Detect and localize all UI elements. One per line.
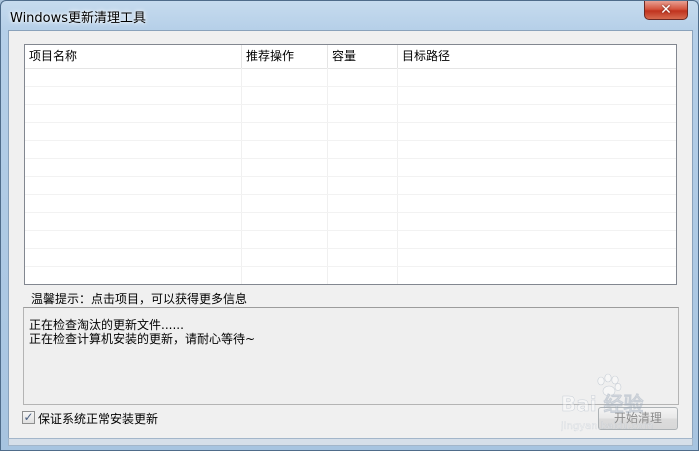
column-header-action[interactable]: 推荐操作 xyxy=(242,45,328,68)
status-bar xyxy=(8,438,693,446)
grid-line xyxy=(25,230,676,231)
keep-updates-checkbox[interactable]: ✓ xyxy=(22,410,35,424)
grid-line xyxy=(25,158,676,159)
close-button[interactable]: ✕ xyxy=(644,1,688,20)
log-line: 正在检查计算机安装的更新，请耐心等待~ xyxy=(29,332,256,346)
update-list[interactable]: 项目名称 推荐操作 容量 目标路径 xyxy=(24,44,677,285)
title-bar[interactable]: Windows更新清理工具 ✕ xyxy=(1,1,698,29)
window-title: Windows更新清理工具 xyxy=(10,11,147,26)
column-header-size[interactable]: 容量 xyxy=(328,45,398,68)
column-header-name[interactable]: 项目名称 xyxy=(25,45,242,68)
grid-line xyxy=(25,86,676,87)
close-icon: ✕ xyxy=(660,2,672,18)
grid-line xyxy=(25,176,676,177)
grid-line xyxy=(25,212,676,213)
log-panel: 正在检查淘汰的更新文件...... 正在检查计算机安装的更新，请耐心等待~ xyxy=(23,307,679,405)
grid-line xyxy=(25,248,676,249)
column-header-path[interactable]: 目标路径 xyxy=(398,45,676,68)
client-area: 项目名称 推荐操作 容量 目标路径 温馨提示：点击项目，可以获得更多信息 正在检… xyxy=(8,30,693,442)
grid-line xyxy=(25,122,676,123)
app-window: Windows更新清理工具 ✕ 项目名称 推荐操作 容量 目标路径 温馨提示：点… xyxy=(0,0,699,451)
grid-line xyxy=(25,266,676,267)
grid-line xyxy=(25,104,676,105)
grid-line xyxy=(25,140,676,141)
keep-updates-label[interactable]: 保证系统正常安装更新 xyxy=(38,410,158,427)
list-header: 项目名称 推荐操作 容量 目标路径 xyxy=(25,45,676,69)
checkmark-icon: ✓ xyxy=(23,410,34,424)
list-body[interactable] xyxy=(25,68,676,284)
start-cleanup-button[interactable]: 开始清理 xyxy=(598,407,678,430)
grid-line xyxy=(25,194,676,195)
hint-label: 温馨提示：点击项目，可以获得更多信息 xyxy=(31,292,248,306)
